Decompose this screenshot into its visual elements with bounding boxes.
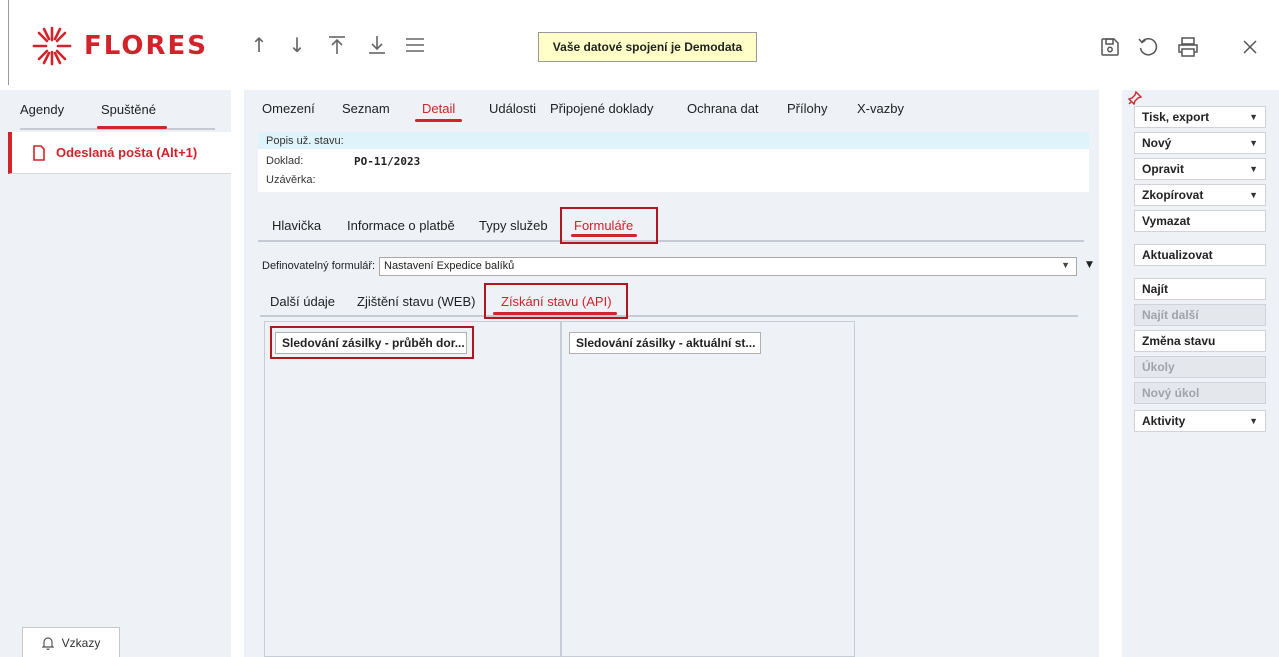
highlight-box (484, 283, 628, 319)
tab-informace-o-platbe[interactable]: Informace o platbě (347, 218, 455, 233)
highlight-box (560, 207, 658, 244)
save-icon[interactable] (1096, 32, 1124, 62)
aktivity-button[interactable]: Aktivity ▼ (1134, 410, 1266, 432)
chevron-down-icon: ▼ (1249, 138, 1258, 148)
button-label: Úkoly (1142, 360, 1175, 374)
window-edge (8, 0, 9, 85)
button-label: Tisk, export (1142, 110, 1210, 124)
button-label: Nový (1142, 136, 1172, 150)
tab-prilohy[interactable]: Přílohy (787, 101, 827, 116)
menu-icon[interactable] (403, 30, 427, 60)
chevron-down-icon: ▼ (1249, 164, 1258, 174)
close-icon[interactable] (1236, 32, 1264, 62)
tab-typy-sluzeb[interactable]: Typy služeb (479, 218, 548, 233)
vzkazy-button[interactable]: Vzkazy (22, 627, 120, 657)
vzkazy-label: Vzkazy (61, 636, 101, 650)
chevron-down-icon[interactable]: ▼ (1086, 260, 1093, 270)
arrow-to-top-icon[interactable] (325, 30, 349, 60)
button-label: Změna stavu (1142, 334, 1216, 348)
tab-udalosti[interactable]: Události (489, 101, 536, 116)
flores-star-icon (32, 26, 72, 66)
aktualizovat-button[interactable]: Aktualizovat (1134, 244, 1266, 266)
opravit-button[interactable]: Opravit ▼ (1134, 158, 1266, 180)
detail-panel: Omezení Seznam Detail Události Připojené… (244, 90, 1099, 657)
form-label: Definovatelný formulář: (262, 260, 376, 272)
button-label: Aktivity (1142, 414, 1186, 428)
tab-zjisteni-stavu-web[interactable]: Zjištění stavu (WEB) (357, 294, 475, 309)
form-select-value: Nastavení Expedice balíků (384, 260, 515, 272)
brand-name: FLORES (84, 31, 209, 61)
tisk-export-button[interactable]: Tisk, export ▼ (1134, 106, 1266, 128)
tab-dalsi-udaje[interactable]: Další údaje (270, 294, 335, 309)
tracking-current-panel: Sledování zásilky - aktuální st... (561, 321, 855, 657)
uzaverka-label: Uzávěrka: (266, 174, 316, 186)
top-bar: FLORES ↑ ↓ Vaše datové spojení je Demoda… (0, 0, 1279, 90)
form-tabs: Další údaje Zjištění stavu (WEB) Získání… (258, 281, 1088, 321)
tab-seznam[interactable]: Seznam (342, 101, 390, 116)
chevron-down-icon: ▼ (1249, 112, 1258, 122)
actions-panel: Tisk, export ▼ Nový ▼ Opravit ▼ Zkopírovat ▼… (1122, 90, 1279, 657)
novy-button[interactable]: Nový ▼ (1134, 132, 1266, 154)
tab-x-vazby[interactable]: X-vazby (857, 101, 904, 116)
document-info: Popis už. stavu: Doklad: PO-11/2023 Uzáv… (258, 132, 1089, 192)
tab-hlavicka[interactable]: Hlavička (272, 218, 321, 233)
highlight-box (270, 326, 474, 359)
tracking-history-panel: Sledování zásilky - průběh dor... (264, 321, 561, 657)
form-tabs-divider (260, 315, 1078, 317)
tab-ochrana-dat[interactable]: Ochrana dat (687, 101, 759, 116)
chevron-down-icon: ▼ (1061, 260, 1070, 270)
print-icon[interactable] (1174, 32, 1202, 62)
form-select[interactable]: Nastavení Expedice balíků ▼ (379, 257, 1077, 276)
arrow-to-bottom-icon[interactable] (365, 30, 389, 60)
button-label: Zkopírovat (1142, 188, 1204, 202)
sub-tabs-divider (258, 240, 1084, 242)
zmena-stavu-button[interactable]: Změna stavu (1134, 330, 1266, 352)
demo-connection-banner: Vaše datové spojení je Demodata (538, 32, 757, 62)
form-canvas: Sledování zásilky - průběh dor... Sledov… (258, 321, 1088, 657)
novy-ukol-button[interactable]: Nový úkol (1134, 382, 1266, 404)
button-label: Aktualizovat (1142, 248, 1213, 262)
left-panel: Agendy Spuštěné Odeslaná pošta (Alt+1) V… (0, 90, 231, 657)
tab-omezeni[interactable]: Omezení (262, 101, 315, 116)
doklad-value: PO-11/2023 (354, 155, 421, 168)
arrow-up-icon[interactable]: ↑ (247, 30, 271, 60)
form-panel: Další údaje Zjištění stavu (WEB) Získání… (258, 281, 1088, 657)
main-tabs: Omezení Seznam Detail Události Připojené… (244, 90, 1099, 128)
najit-button[interactable]: Najít (1134, 278, 1266, 300)
flores-logo: FLORES (30, 24, 208, 68)
status-bar (258, 132, 1089, 149)
form-canvas-empty (855, 321, 1088, 657)
tab-agendy[interactable]: Agendy (20, 102, 64, 117)
list-item-odeslana-posta[interactable]: Odeslaná pošta (Alt+1) (8, 132, 231, 174)
button-label: Najít (1142, 282, 1169, 296)
button-label: Najít další (1142, 308, 1199, 322)
ukoly-button[interactable]: Úkoly (1134, 356, 1266, 378)
doklad-label: Doklad: (266, 155, 304, 167)
tracking-current-button[interactable]: Sledování zásilky - aktuální st... (569, 332, 761, 354)
document-icon (33, 144, 45, 161)
tab-detail[interactable]: Detail (422, 101, 455, 116)
active-tab-indicator (415, 119, 462, 122)
bell-icon (41, 637, 54, 650)
active-tab-indicator (97, 126, 167, 129)
detail-sub-tabs: Hlavička Informace o platbě Typy služeb … (258, 204, 1089, 244)
najit-dalsi-button[interactable]: Najít další (1134, 304, 1266, 326)
zkopirovat-button[interactable]: Zkopírovat ▼ (1134, 184, 1266, 206)
chevron-down-icon: ▼ (1249, 416, 1258, 426)
form-selector-row: Definovatelný formulář: Nastavení Expedi… (262, 257, 1093, 277)
button-label: Nový úkol (1142, 386, 1200, 400)
chevron-down-icon: ▼ (1249, 190, 1258, 200)
tab-spustene[interactable]: Spuštěné (101, 102, 156, 117)
button-label: Vymazat (1142, 214, 1191, 228)
tab-pripojene-doklady[interactable]: Připojené doklady (550, 101, 653, 116)
pin-icon[interactable] (1128, 91, 1142, 105)
popis-label: Popis už. stavu: (266, 135, 344, 147)
vymazat-button[interactable]: Vymazat (1134, 210, 1266, 232)
list-item-label: Odeslaná pošta (Alt+1) (56, 145, 198, 160)
button-label: Opravit (1142, 162, 1185, 176)
undo-icon[interactable] (1134, 32, 1162, 62)
arrow-down-icon[interactable]: ↓ (285, 30, 309, 60)
